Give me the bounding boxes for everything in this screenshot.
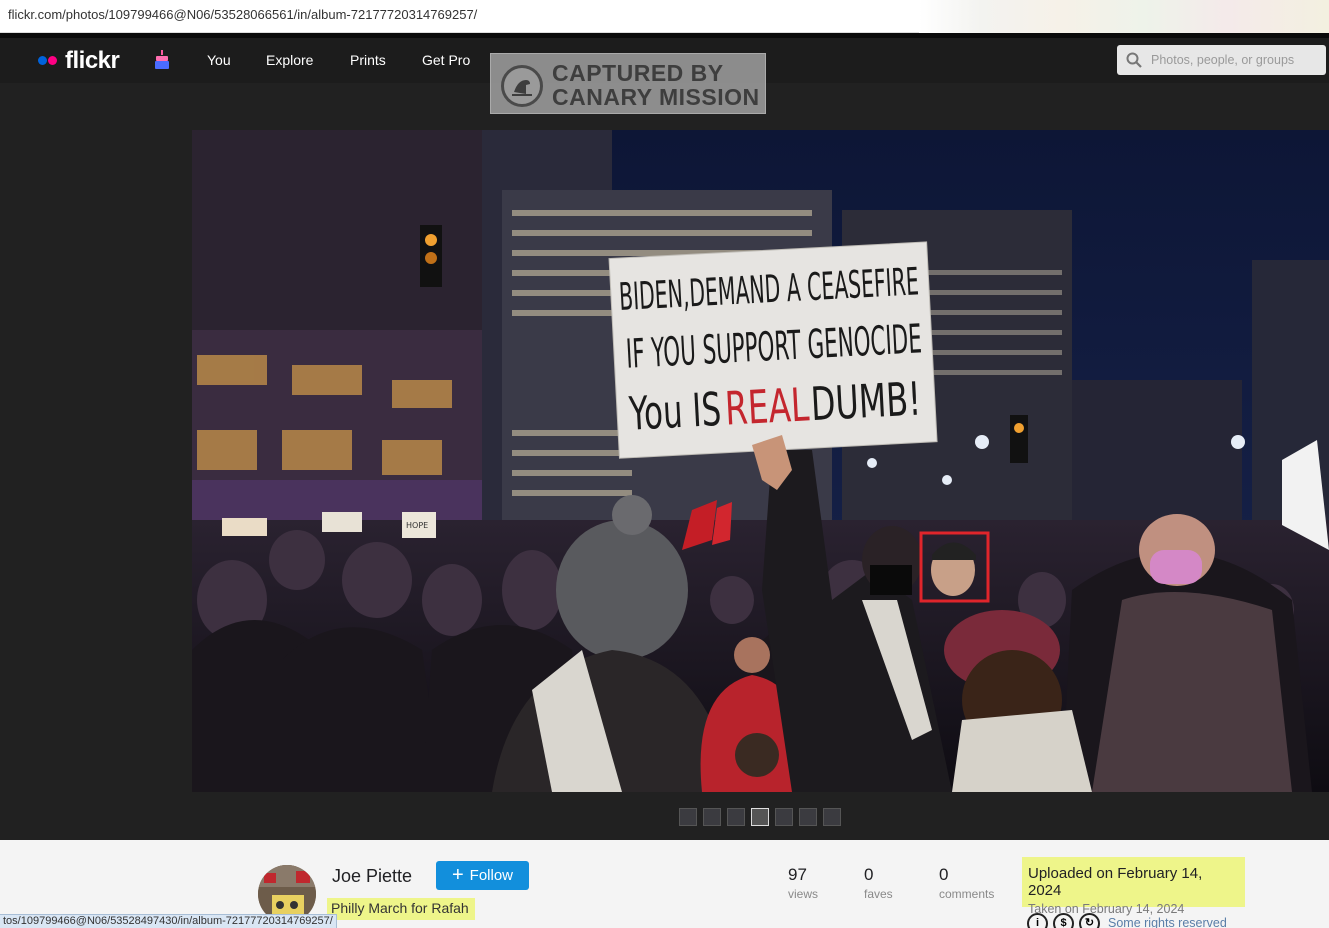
filmstrip-thumb[interactable]: [703, 808, 721, 826]
logo-blue-dot: [38, 56, 47, 65]
filmstrip-thumb-active[interactable]: [751, 808, 769, 826]
logo-wordmark: flickr: [65, 47, 120, 74]
owner-name[interactable]: Joe Piette: [332, 866, 412, 887]
sign-line-3c: DUMB!: [810, 371, 923, 431]
filmstrip-thumb[interactable]: [799, 808, 817, 826]
search-icon[interactable]: [1126, 52, 1142, 68]
browser-status-link: tos/109799466@N06/53528497430/in/album-7…: [0, 914, 337, 928]
cake-icon[interactable]: [154, 50, 170, 70]
protest-photo-scene: HOPE BIDEN,DEMAND A CEASEFIRE IF YOU SUP…: [192, 130, 1329, 792]
watermark-line-1: CAPTURED BY: [552, 60, 724, 86]
photo-dates: Uploaded on February 14, 2024 Taken on F…: [1022, 857, 1245, 916]
watermark-line-2: CANARY MISSION: [552, 84, 760, 110]
views-label: views: [788, 887, 819, 901]
faves-label: faves: [864, 887, 893, 901]
logo-pink-dot: [48, 56, 57, 65]
url-text[interactable]: flickr.com/photos/109799466@N06/53528066…: [8, 7, 477, 22]
sign-line-3b: REAL: [724, 377, 811, 435]
follow-button[interactable]: + Follow: [436, 861, 529, 890]
search-input[interactable]: [1151, 51, 1319, 69]
nav-you[interactable]: You: [207, 52, 231, 68]
noncommercial-icon: $: [1053, 913, 1074, 928]
comments-count: 0: [939, 865, 949, 884]
attribution-icon: i: [1027, 913, 1048, 928]
canary-seal-icon: [501, 65, 543, 107]
stat-faves: 0 faves: [864, 865, 893, 901]
sign-line-3a: You IS: [627, 382, 722, 441]
small-sign-text: HOPE: [406, 521, 428, 530]
canary-mission-watermark: CAPTURED BY CANARY MISSION: [490, 53, 766, 114]
blurred-toolbar-icons: [919, 0, 1329, 33]
views-count: 97: [788, 865, 807, 884]
sharealike-icon: ↻: [1079, 913, 1100, 928]
faves-count: 0: [864, 865, 874, 884]
album-title[interactable]: Philly March for Rafah: [327, 898, 475, 920]
filmstrip-thumb[interactable]: [679, 808, 697, 826]
filmstrip-thumb[interactable]: [775, 808, 793, 826]
follow-label: Follow: [469, 867, 514, 884]
browser-address-bar[interactable]: flickr.com/photos/109799466@N06/53528066…: [0, 0, 1329, 33]
filmstrip-thumb[interactable]: [727, 808, 745, 826]
nav-explore[interactable]: Explore: [266, 52, 313, 68]
comments-label: comments: [939, 887, 995, 901]
plus-icon: +: [451, 863, 464, 886]
stat-comments: 0 comments: [939, 865, 994, 901]
filmstrip-thumb[interactable]: [823, 808, 841, 826]
stat-views: 97 views: [788, 865, 818, 901]
nav-prints[interactable]: Prints: [350, 52, 386, 68]
search-box[interactable]: [1117, 45, 1326, 75]
nav-get-pro[interactable]: Get Pro: [422, 52, 470, 68]
main-photo[interactable]: HOPE BIDEN,DEMAND A CEASEFIRE IF YOU SUP…: [192, 130, 1329, 792]
license-text[interactable]: Some rights reserved: [1108, 916, 1227, 928]
uploaded-date: Uploaded on February 14, 2024: [1028, 865, 1203, 899]
